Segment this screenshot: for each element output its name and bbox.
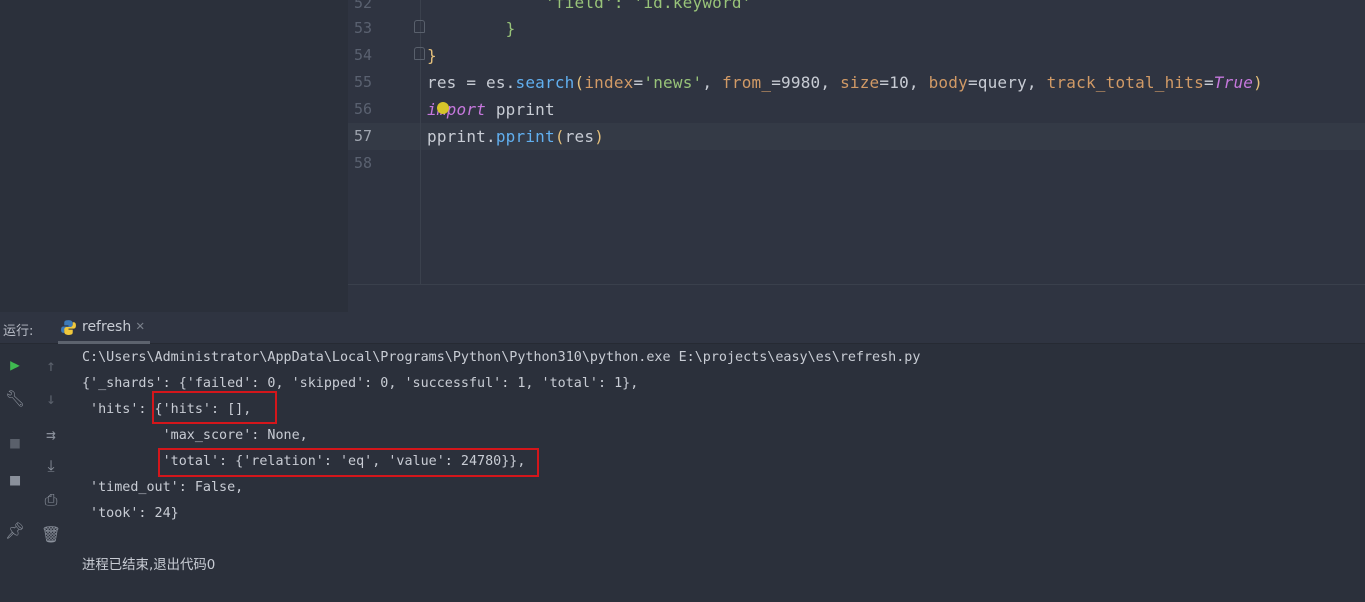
lightbulb-icon[interactable]: [437, 102, 449, 114]
pin-icon[interactable]: 📌︎: [5, 520, 25, 540]
close-icon[interactable]: ✕: [136, 318, 144, 334]
arrow-down-icon[interactable]: ↓: [41, 388, 61, 408]
run-tool-window-header: 运行: refresh ✕: [0, 312, 1365, 344]
fold-marker-icon[interactable]: [414, 47, 425, 60]
print-icon[interactable]: ⎙: [41, 490, 61, 510]
code-line[interactable]: }: [427, 15, 516, 42]
code-line[interactable]: pprint.pprint(res): [427, 123, 604, 150]
project-pane: [0, 0, 348, 312]
line-number: 53: [354, 19, 373, 37]
highlight-box-total: [158, 448, 539, 477]
console-line: 'timed_out': False,: [82, 480, 244, 495]
line-number: 55: [354, 73, 373, 91]
console-line: 'max_score': None,: [82, 428, 308, 443]
tab-refresh[interactable]: refresh ✕: [58, 312, 150, 344]
python-icon: [61, 320, 76, 335]
console-line: C:\Users\Administrator\AppData\Local\Pro…: [82, 350, 921, 365]
run-toolbar: ▶ 🔧︎ ■ ▀ 📌︎ ↑ ↓ ⇉ ⤓ ⎙ 🗑︎: [0, 344, 70, 602]
layout-icon[interactable]: ▀: [5, 475, 25, 495]
scroll-to-end-icon[interactable]: ⤓: [41, 456, 61, 476]
fold-marker-icon[interactable]: [414, 20, 425, 33]
console-line: 'took': 24}: [82, 506, 179, 521]
line-number: 58: [354, 154, 373, 172]
line-number: 54: [354, 46, 373, 64]
exit-message: 进程已结束,退出代码0: [82, 558, 216, 573]
run-label: 运行:: [3, 324, 34, 339]
editor-scroll-area: [348, 284, 1365, 312]
code-line[interactable]: res = es.search(index='news', from_=9980…: [427, 69, 1263, 96]
code-line[interactable]: 'field': 'id.keyword': [427, 0, 751, 16]
wrench-icon[interactable]: 🔧︎: [5, 388, 25, 408]
stop-icon[interactable]: ■: [5, 432, 25, 452]
gutter-divider: [420, 0, 421, 284]
arrow-up-icon[interactable]: ↑: [41, 355, 61, 375]
run-icon[interactable]: ▶: [5, 354, 25, 374]
soft-wrap-icon[interactable]: ⇉: [41, 424, 61, 444]
trash-icon[interactable]: 🗑︎: [41, 524, 61, 544]
tab-label: refresh: [82, 319, 132, 335]
highlight-box-hits: [152, 391, 277, 424]
line-number: 56: [354, 100, 373, 118]
code-line[interactable]: }: [427, 42, 437, 69]
line-number: 57: [354, 127, 373, 145]
